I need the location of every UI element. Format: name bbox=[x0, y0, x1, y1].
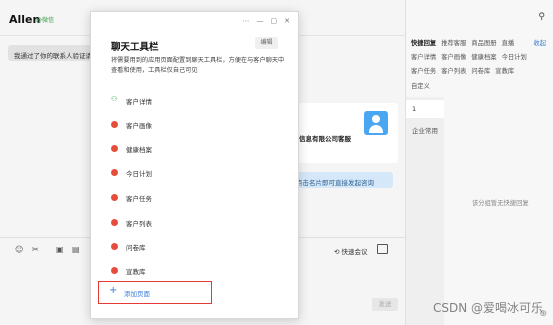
app-icon bbox=[111, 267, 118, 274]
close-icon[interactable]: ✕ bbox=[284, 17, 290, 25]
more-icon[interactable]: ⋯ bbox=[243, 17, 250, 25]
collapse-link[interactable]: 收起 bbox=[533, 38, 546, 47]
menu-item-label: 客户任务 bbox=[126, 195, 152, 203]
edit-button[interactable]: 编辑 bbox=[255, 37, 278, 49]
tab-customer-detail[interactable]: 客户详情 bbox=[411, 54, 436, 61]
file-icon[interactable]: ▤ bbox=[72, 245, 80, 254]
menu-item-label: 客户列表 bbox=[126, 220, 152, 228]
tab-today-plan[interactable]: 今日计划 bbox=[502, 54, 527, 61]
contact-card-message[interactable]: 信息有限公司客服 bbox=[290, 103, 398, 163]
tab-product-album[interactable]: 商品图册 bbox=[471, 40, 496, 47]
menu-item-label: 健康档案 bbox=[126, 146, 152, 154]
tabs-row-3: 客户任务 客户列表 问卷库 宣教库 bbox=[411, 66, 519, 75]
tabs-row-1: 快捷回复 推荐客服 商品图册 直播 bbox=[411, 38, 519, 47]
meeting-icon: ⟲ bbox=[334, 248, 340, 256]
app-icon bbox=[111, 243, 118, 250]
menu-item-label: 今日计划 bbox=[126, 170, 152, 178]
watermark: CSDN @爱喝冰可乐 bbox=[432, 301, 543, 315]
emoji-icon[interactable]: ☺ bbox=[15, 245, 23, 254]
app-icon bbox=[111, 145, 118, 152]
avatar bbox=[364, 111, 388, 135]
app-icon bbox=[111, 194, 118, 201]
message-bubble-card-tip[interactable]: 点击名片即可直接发起咨询 bbox=[290, 172, 393, 188]
app-icon bbox=[111, 121, 118, 128]
maximize-icon[interactable]: ▢ bbox=[271, 17, 278, 25]
menu-item-label: 宣教库 bbox=[126, 268, 146, 276]
menu-item-customer-detail[interactable]: ⚇ 客户详情 bbox=[111, 95, 281, 113]
add-page-label: 添加页面 bbox=[124, 290, 150, 298]
tabs-row-4: 自定义 bbox=[411, 81, 435, 90]
minimize-icon[interactable]: — bbox=[257, 17, 264, 25]
chat-toolbar-panel: ⚲ 快捷回复 推荐客服 商品图册 直播 客户详情 客户画像 健康档案 今日计划 客户任务 客户… bbox=[405, 0, 553, 325]
tab-customer-list[interactable]: 客户列表 bbox=[441, 68, 466, 75]
wechat-badge: @微信 bbox=[36, 17, 55, 24]
person-icon: ⚇ bbox=[111, 95, 118, 103]
card-title: 信息有限公司客服 bbox=[299, 135, 351, 143]
menu-item-label: 问卷库 bbox=[126, 244, 146, 252]
add-page-button[interactable]: + 添加页面 bbox=[98, 281, 212, 304]
modal-description: 将需要用到的应用页面配置到聊天工具栏，方便在与客户聊天中查看和使用，工具栏仅自己… bbox=[111, 57, 285, 74]
tab-live[interactable]: 直播 bbox=[502, 40, 515, 47]
tab-customer-portrait[interactable]: 客户画像 bbox=[441, 54, 466, 61]
menu-item-today-plan[interactable]: 今日计划 bbox=[111, 167, 281, 185]
tab-customer-task[interactable]: 客户任务 bbox=[411, 68, 436, 75]
scissors-icon[interactable]: ✂ bbox=[32, 245, 39, 254]
menu-item-health-record[interactable]: 健康档案 bbox=[111, 143, 281, 161]
tab-education[interactable]: 宣教库 bbox=[495, 68, 514, 75]
chat-toolbar-modal: ⋯ — ▢ ✕ 聊天工具栏 编辑 将需要用到的应用页面配置到聊天工具栏，方便在与客户聊… bbox=[90, 11, 299, 319]
message-bubble-verify[interactable]: 我通过了你的联系人验证请 bbox=[8, 45, 93, 61]
image-icon[interactable]: ▣ bbox=[56, 245, 64, 254]
menu-item-questionnaire[interactable]: 问卷库 bbox=[111, 241, 281, 259]
menu-item-customer-task[interactable]: 客户任务 bbox=[111, 192, 281, 210]
group-item-1[interactable]: 1 bbox=[406, 100, 444, 118]
app-icon bbox=[111, 169, 118, 176]
empty-state-text: 该分组暂无快捷回复 bbox=[472, 200, 529, 207]
side-panel-toggle-icon[interactable] bbox=[377, 244, 388, 254]
quick-meeting-label: 快速会议 bbox=[341, 248, 368, 256]
menu-item-label: 客户画像 bbox=[126, 122, 152, 130]
plus-icon: + bbox=[109, 285, 118, 296]
app-icon bbox=[111, 219, 118, 226]
modal-title: 聊天工具栏 bbox=[111, 42, 159, 53]
group-item-common[interactable]: 企业常用 bbox=[406, 121, 444, 137]
tab-recommend-service[interactable]: 推荐客服 bbox=[441, 40, 466, 47]
tabs-row-2: 客户详情 客户画像 健康档案 今日计划 bbox=[411, 52, 532, 61]
menu-item-customer-portrait[interactable]: 客户画像 bbox=[111, 119, 281, 137]
tab-questionnaire[interactable]: 问卷库 bbox=[471, 68, 490, 75]
send-button[interactable]: 发送 bbox=[372, 298, 398, 311]
menu-item-label: 客户详情 bbox=[126, 98, 152, 106]
quick-meeting-button[interactable]: ⟲ 快速会议 bbox=[334, 246, 368, 256]
tab-quick-reply[interactable]: 快捷回复 bbox=[411, 40, 436, 47]
window-controls: ⋯ — ▢ ✕ bbox=[236, 17, 291, 25]
tab-health-record[interactable]: 健康档案 bbox=[471, 54, 496, 61]
tab-custom[interactable]: 自定义 bbox=[411, 83, 430, 90]
add-user-icon[interactable]: ⚲ bbox=[538, 12, 545, 22]
menu-item-customer-list[interactable]: 客户列表 bbox=[111, 217, 281, 235]
